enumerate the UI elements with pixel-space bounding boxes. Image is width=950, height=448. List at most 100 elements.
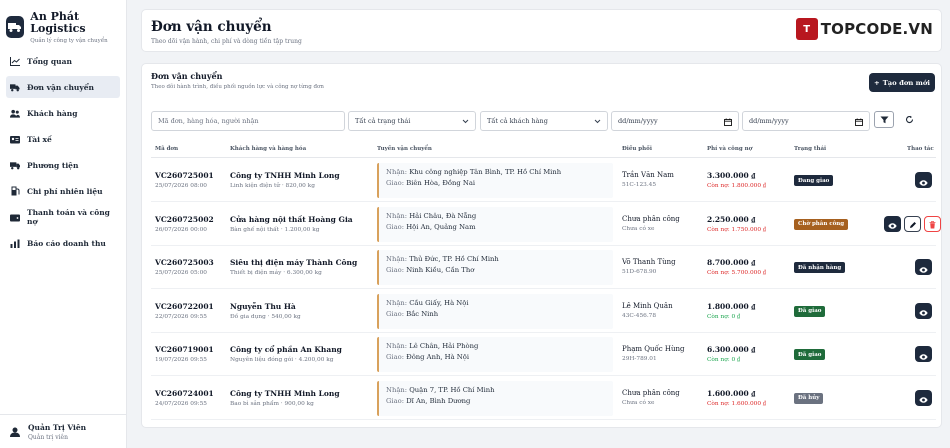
view-button[interactable] [915,172,932,188]
delivery-label: Giao: [386,266,405,274]
column-header: Mã đơn [155,146,179,152]
order-datetime: 26/07/2026 00:00 [155,226,207,233]
vehicle-plate: Chưa có xe [622,399,655,406]
sidebar-item-1[interactable]: Đơn vận chuyển [6,76,120,98]
driver-name: Lê Minh Quân [622,301,673,310]
goods-info: Bao bì sản phẩm · 900,00 kg [230,400,314,407]
order-debt: Còn nợ: 5.700.000 ₫ [707,270,766,276]
trash-icon [929,214,936,233]
sidebar-item-0[interactable]: Tổng quan [6,50,120,72]
filter-button[interactable] [874,111,894,128]
order-fee: 8.700.000 ₫ [707,258,756,267]
view-button[interactable] [884,214,901,233]
id-card-icon [10,134,20,144]
sidebar-item-6[interactable]: Thanh toán và công nợ [6,206,120,228]
table-row[interactable]: VC260719001 19/07/2026 09:55 Công ty cổ ph… [151,333,936,376]
customer-select-value: Tất cả khách hàng [487,117,548,125]
eye-icon [888,214,897,233]
order-code[interactable]: VC260722001 [155,302,214,311]
goods-info: Linh kiện điện tử · 820,00 kg [230,183,315,189]
sidebar-item-4[interactable]: Phương tiện [6,154,120,176]
order-debt: Còn nợ: 1.750.000 ₫ [707,226,766,233]
order-fee: 2.250.000 ₫ [707,214,756,224]
create-order-button[interactable]: + Tạo đơn mới [869,73,935,92]
sidebar-item-label: Đơn vận chuyển [27,82,94,92]
sidebar-item-3[interactable]: Tài xế [6,128,120,150]
status-badge: Đã nhận hàng [794,262,846,273]
column-header: Điều phối [622,146,652,152]
delivery-address: Biên Hòa, Đồng Nai [406,179,476,187]
pickup-address: Lê Chân, Hải Phòng [409,342,479,350]
order-fee: 1.800.000 ₫ [707,301,756,311]
users-icon [10,108,20,118]
delivery-address: Dĩ An, Bình Dương [406,396,471,405]
customer-select[interactable]: Tất cả khách hàng [480,111,608,131]
customer-name: Công ty TNHH Minh Long [230,388,340,398]
order-code[interactable]: VC260725003 [155,258,214,267]
sidebar-item-7[interactable]: Báo cáo doanh thu [6,232,120,254]
pickup-address: Quận 7, TP. Hồ Chí Minh [409,385,495,394]
user-profile[interactable]: Quản Trị Viên Quản trị viên [0,414,126,448]
truck-icon [10,82,20,92]
order-code[interactable]: VC260725001 [155,171,214,180]
calendar-icon [855,118,863,126]
calendar-icon [724,118,732,126]
view-button[interactable] [915,259,932,275]
view-button[interactable] [915,388,932,407]
pickup-label: Nhận: [386,342,408,350]
table-row[interactable]: VC260725002 26/07/2026 00:00 Cửa hàng nội … [151,203,941,246]
chevron-down-icon [594,119,601,124]
order-code[interactable]: VC260719001 [155,345,214,354]
date-from-placeholder: dd/mm/yyyy [618,117,658,125]
filter-icon [880,116,888,123]
customer-name: Siêu thị điện máy Thành Công [230,258,358,267]
sidebar-nav: Tổng quan Đơn vận chuyển Khách hàng Tài xế P… [0,50,126,254]
vehicle-plate: 29H-789.01 [622,356,657,362]
orders-card: Đơn vận chuyển Theo dõi hành trình, điều… [141,63,942,428]
sidebar-item-2[interactable]: Khách hàng [6,102,120,124]
table-row[interactable]: VC260725003 25/07/2026 05:00 Siêu thị điện… [151,246,936,289]
date-to-input[interactable]: dd/mm/yyyy [742,111,870,131]
vehicle-icon [10,160,20,170]
table-row[interactable]: VC260724001 24/07/2026 09:55 Công ty TNHH … [151,377,936,420]
sidebar-item-label: Khách hàng [27,108,78,118]
date-to-placeholder: dd/mm/yyyy [749,117,789,125]
delete-button[interactable] [924,214,941,233]
wallet-icon [10,212,20,222]
order-fee: 6.300.000 ₫ [707,345,756,354]
edit-button[interactable] [904,215,921,232]
app-tagline: Quản lý công ty vận chuyển [30,37,108,44]
driver-name: Chưa phân công [622,388,680,397]
status-select[interactable]: Tất cả trạng thái [348,111,476,131]
chevron-down-icon [462,119,469,124]
order-datetime: 25/07/2026 08:00 [155,183,207,189]
customer-name: Nguyễn Thu Hà [230,301,296,311]
order-datetime: 22/07/2026 09:55 [155,313,207,320]
search-input[interactable]: Mã đơn, hàng hóa, người nhận [151,111,345,131]
goods-info: Nguyên liệu đóng gói · 4.200,00 kg [230,357,334,363]
table-row[interactable]: VC260725001 25/07/2026 08:00 Công ty TNHH … [151,159,936,202]
user-icon [10,422,20,441]
sidebar-item-5[interactable]: Chi phí nhiên liệu [6,180,120,202]
column-header: Phí và công nợ [707,146,753,152]
pickup-label: Nhận: [386,298,408,307]
order-datetime: 19/07/2026 09:55 [155,357,207,363]
view-button[interactable] [915,302,932,319]
eye-icon [919,258,928,277]
view-button[interactable] [915,346,932,362]
brand[interactable]: An Phát Logistics Quản lý công ty vận ch… [0,0,126,44]
date-from-input[interactable]: dd/mm/yyyy [611,111,739,131]
vehicle-plate: Chưa có xe [622,225,655,232]
order-code[interactable]: VC260725002 [155,215,214,224]
order-code[interactable]: VC260724001 [155,389,214,398]
table-row[interactable]: VC260722001 22/07/2026 09:55 Nguyễn Thu Hà… [151,290,936,333]
eye-icon [919,388,928,407]
pickup-address: Cầu Giấy, Hà Nội [409,298,469,307]
route-box: Nhận: Hải Châu, Đà Nẵng Giao: Hội An, Quả… [377,206,613,242]
vehicle-plate: 43C-456.78 [622,312,657,319]
order-datetime: 24/07/2026 09:55 [155,400,207,407]
reset-button[interactable] [899,111,919,128]
driver-name: Võ Thanh Tùng [622,258,676,266]
page-header: Đơn vận chuyển Theo dõi vận hành, chi ph… [141,9,942,52]
app-name: An Phát Logistics [30,9,86,35]
